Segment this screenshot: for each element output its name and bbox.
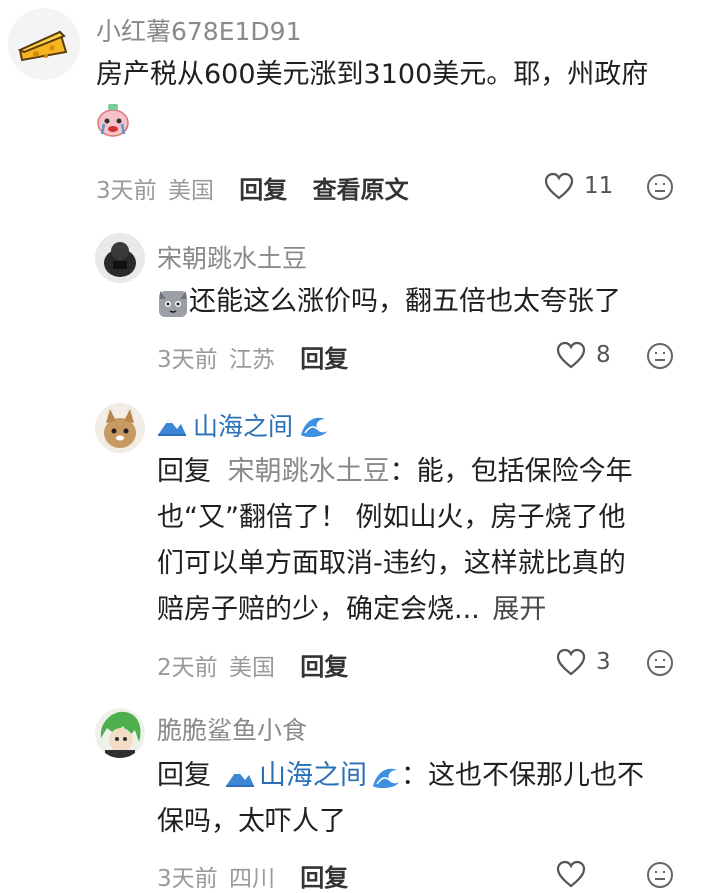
comment-body-line4: 赔房子赔的少，确定会烧...: [157, 594, 480, 625]
avatar[interactable]: [8, 8, 80, 80]
expand-button[interactable]: 展开: [492, 594, 546, 625]
mountain-icon: [158, 419, 186, 436]
comment-3: 山海之间 回复 宋朝跳水土豆：能，包括保险今年 也“又”翻倍了！ 例如山火，房子…: [0, 385, 720, 695]
like-count: 11: [584, 173, 614, 199]
location: 美国: [167, 178, 214, 204]
view-original-button[interactable]: 查看原文: [313, 176, 409, 204]
username[interactable]: 脆脆鲨鱼小食: [157, 711, 307, 747]
timestamp: 3天前: [157, 347, 218, 373]
timestamp: 3天前: [96, 178, 157, 204]
comment-line: 回复 宋朝跳水土豆：能，包括保险今年: [157, 449, 633, 495]
comment-meta: 2天前 美国 回复: [157, 647, 348, 682]
wave-icon: [301, 417, 328, 438]
cheese-avatar-icon: [8, 8, 80, 80]
username-text: 山海之间: [193, 412, 294, 441]
comment-meta: 3天前 江苏 回复: [157, 339, 348, 374]
avatar[interactable]: [95, 233, 145, 283]
emoji-sticker: [96, 102, 130, 142]
comment-body-line2: 也“又”翻倍了！ 例如山火，房子烧了他: [157, 502, 626, 533]
heart-icon: [556, 648, 586, 676]
comment-text: 回复 山海之间 ：这也不保那儿也不 保吗，太吓人了: [157, 753, 644, 845]
reply-prefix: 回复: [157, 456, 211, 487]
reply-target-user[interactable]: 宋朝跳水土豆: [228, 456, 390, 487]
reply-prefix: 回复: [157, 760, 211, 791]
comment-line: 回复 山海之间 ：这也不保那儿也不: [157, 753, 644, 799]
emoji-reaction-icon[interactable]: [646, 861, 674, 889]
username[interactable]: 小红薯678E1D91: [96, 12, 301, 48]
heart-icon: [556, 341, 586, 369]
comment-body-line1: ：能，包括保险今年: [389, 456, 633, 487]
timestamp: 3天前: [157, 866, 218, 892]
reply-target-user[interactable]: 山海之间: [259, 753, 367, 799]
heart-icon: [556, 860, 586, 888]
comment-2: 宋朝跳水土豆 还能这么涨价吗，翻五倍也太夸张了 3天前 江苏 回复 8: [0, 215, 720, 385]
avatar[interactable]: [95, 403, 145, 453]
comment-1: 小红薯678E1D91 房产税从600美元涨到3100美元。耶，州政府 3天前 …: [0, 0, 720, 215]
heart-icon: [544, 172, 574, 200]
comment-4: 脆脆鲨鱼小食 回复 山海之间 ：这也不保那儿也不 保吗，太吓人了 3天前 四川 …: [0, 695, 720, 892]
like-count: 3: [596, 649, 611, 675]
like-button[interactable]: [556, 860, 586, 888]
username[interactable]: 山海之间: [157, 407, 329, 443]
comment-meta: 3天前 美国 回复 查看原文: [96, 170, 409, 205]
avatar[interactable]: [95, 708, 145, 758]
crying-face-icon: [97, 104, 129, 137]
cat-face-icon: [159, 290, 187, 317]
comment-body-line1: ：这也不保那儿也不: [401, 760, 644, 791]
timestamp: 2天前: [157, 655, 218, 681]
comment-text: 房产税从600美元涨到3100美元。耶，州政府: [96, 59, 649, 90]
like-button[interactable]: 11: [544, 172, 613, 200]
reply-button[interactable]: 回复: [300, 864, 348, 892]
location: 四川: [228, 866, 275, 892]
location: 美国: [228, 655, 275, 681]
comment-body-line3: 们可以单方面取消-违约，这样就比真的: [157, 548, 626, 579]
comment-meta: 3天前 四川 回复: [157, 858, 348, 893]
comment-body-line2: 保吗，太吓人了: [157, 806, 346, 837]
comment-line: 赔房子赔的少，确定会烧... 展开: [157, 587, 633, 633]
comment-text: 还能这么涨价吗，翻五倍也太夸张了: [157, 279, 621, 325]
like-count: 8: [596, 342, 611, 368]
emoji-reaction-icon[interactable]: [646, 342, 674, 370]
green-hair-avatar-icon: [95, 708, 145, 758]
emoji-reaction-icon[interactable]: [646, 173, 674, 201]
reply-button[interactable]: 回复: [300, 345, 348, 373]
dark-figure-avatar-icon: [95, 233, 145, 283]
like-button[interactable]: 3: [556, 648, 611, 676]
reply-button[interactable]: 回复: [300, 653, 348, 681]
cat-avatar-icon: [95, 403, 145, 453]
mountain-icon: [226, 770, 254, 787]
comment-text: 回复 宋朝跳水土豆：能，包括保险今年 也“又”翻倍了！ 例如山火，房子烧了他 们…: [157, 449, 633, 633]
location: 江苏: [228, 347, 275, 373]
comment-body: 还能这么涨价吗，翻五倍也太夸张了: [189, 286, 621, 317]
emoji-reaction-icon[interactable]: [646, 649, 674, 677]
username[interactable]: 宋朝跳水土豆: [157, 239, 307, 275]
like-button[interactable]: 8: [556, 341, 611, 369]
wave-icon: [373, 768, 399, 789]
reply-button[interactable]: 回复: [239, 176, 287, 204]
